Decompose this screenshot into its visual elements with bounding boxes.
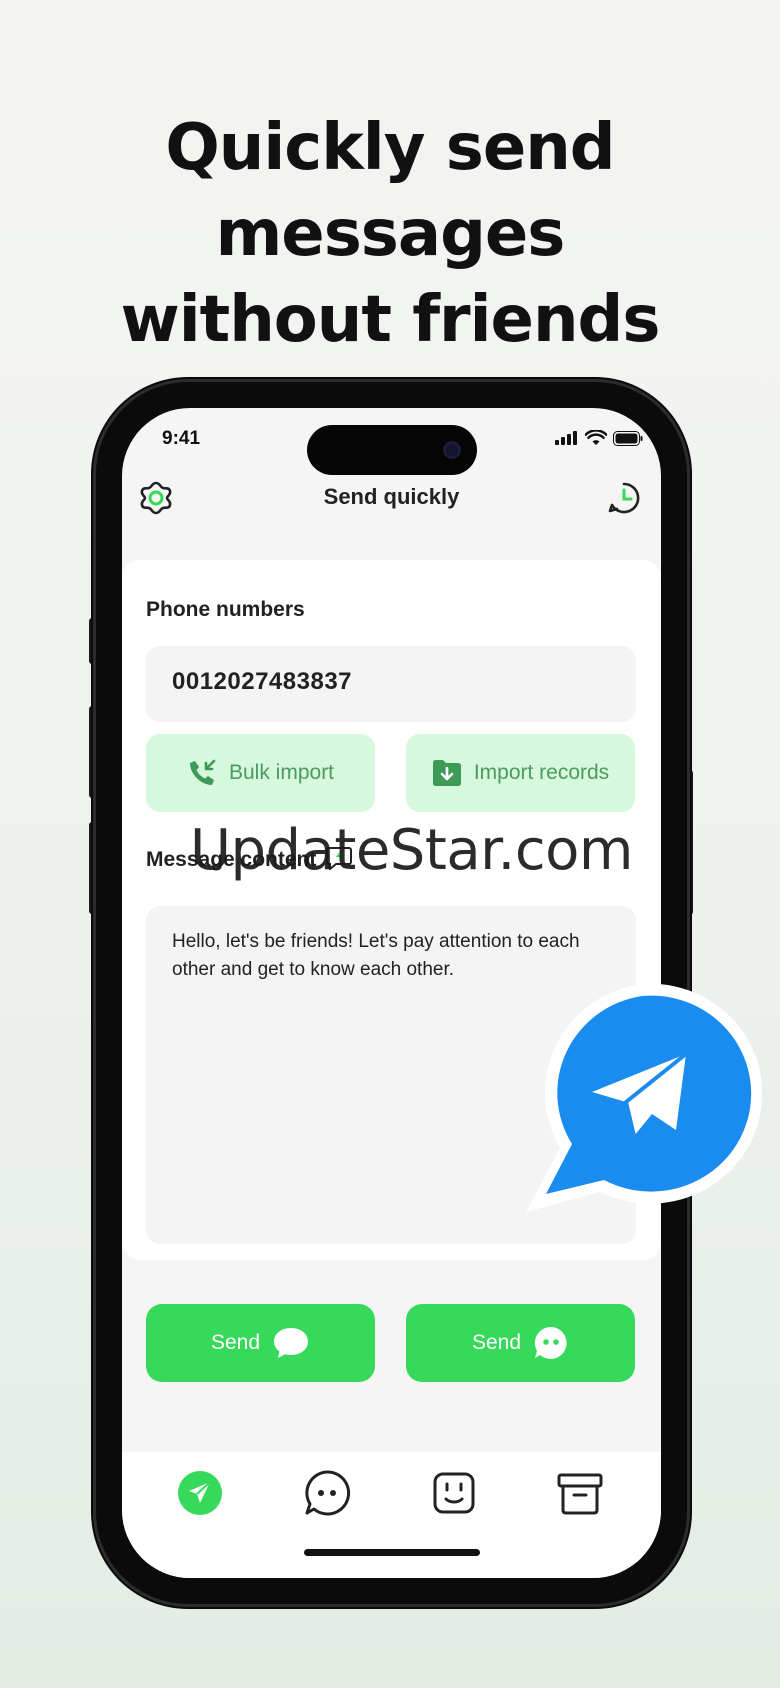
bulk-import-label: Bulk import — [228, 761, 335, 784]
phone-volume-down — [89, 822, 95, 914]
front-camera — [443, 441, 461, 459]
send-chat-button[interactable]: Send — [406, 1304, 635, 1382]
phone-numbers-label: Phone numbers — [146, 598, 305, 621]
message-content-value: Hello, let's be friends! Let's pay atten… — [172, 931, 580, 980]
phone-number-value: 0012027483837 — [172, 668, 353, 695]
watermark: UpdateStar.com — [190, 818, 633, 883]
battery-icon — [613, 430, 643, 446]
chat-face-icon — [534, 1326, 567, 1359]
headline: Quickly send messages without friends — [0, 105, 780, 363]
import-records-label: Import records — [473, 761, 610, 784]
headline-line-2: without friends — [120, 283, 661, 357]
tab-send-icon[interactable] — [175, 1468, 225, 1518]
send-label-1: Send — [210, 1331, 261, 1354]
phone-number-input[interactable]: 0012027483837 — [146, 646, 636, 722]
folder-download-icon — [432, 760, 461, 786]
signal-icon — [555, 431, 577, 445]
clock-history-icon[interactable] — [606, 480, 642, 516]
phone-power-button — [687, 770, 693, 915]
telegram-badge-icon — [526, 983, 762, 1212]
status-time: 9:41 — [162, 428, 201, 449]
send-label-2: Send — [471, 1331, 522, 1354]
phone-incoming-icon — [189, 759, 216, 785]
headline-line-1: Quickly send messages — [165, 111, 615, 271]
send-sms-button[interactable]: Send — [146, 1304, 375, 1382]
bulk-import-button[interactable]: Bulk import — [146, 734, 375, 812]
status-icons — [555, 430, 643, 446]
app-header: Send quickly — [122, 468, 661, 528]
tab-archive-icon[interactable] — [555, 1468, 605, 1518]
phone-volume-up — [89, 706, 95, 798]
page-title: Send quickly — [323, 484, 460, 509]
message-bubble-icon — [274, 1328, 309, 1358]
tab-face-icon[interactable] — [429, 1468, 479, 1518]
bottom-tab-bar — [122, 1452, 661, 1578]
tab-chat-icon[interactable] — [302, 1468, 352, 1518]
import-records-button[interactable]: Import records — [406, 734, 635, 812]
wifi-icon — [585, 430, 607, 445]
home-indicator — [304, 1549, 480, 1556]
phone-action-button — [89, 618, 95, 664]
